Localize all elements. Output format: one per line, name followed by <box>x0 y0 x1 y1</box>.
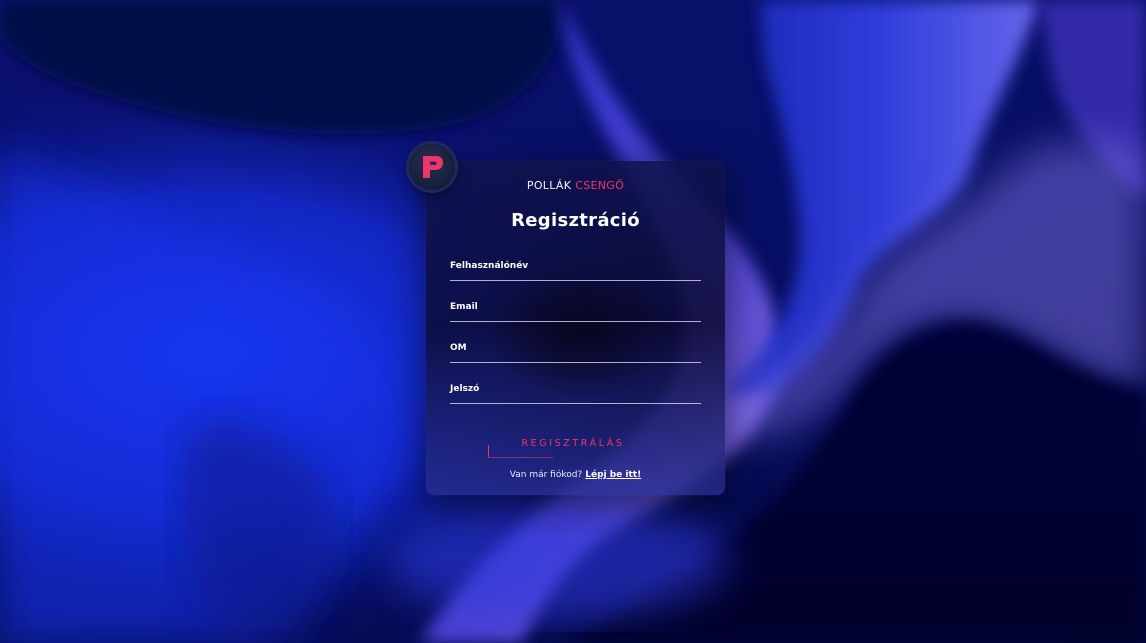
om-field[interactable]: OM <box>450 343 701 363</box>
page-title: Regisztráció <box>511 210 640 231</box>
app-logo <box>409 144 455 190</box>
login-prompt-text: Van már fiókod? <box>509 470 583 480</box>
letter-p-logo-icon <box>423 156 443 178</box>
password-field[interactable]: Jelszó <box>450 384 701 404</box>
username-underline <box>450 280 701 281</box>
password-underline <box>450 403 701 404</box>
email-field[interactable]: Email <box>450 302 701 322</box>
username-field[interactable]: Felhasználónév <box>450 261 701 281</box>
email-label: Email <box>450 302 478 312</box>
login-link[interactable]: Lépj be itt! <box>585 470 641 480</box>
om-underline <box>450 362 701 363</box>
card-shadow-glow <box>486 261 676 401</box>
brand-name-part1: POLLÁK <box>526 179 572 192</box>
login-prompt: Van már fiókod? Lépj be itt! <box>426 470 725 480</box>
registration-card: POLLÁK CSENGŐ Regisztráció Felhasználónév… <box>426 161 725 495</box>
brand-name: POLLÁK CSENGŐ <box>426 179 725 192</box>
om-label: OM <box>450 343 467 353</box>
brand-name-part2: CSENGŐ <box>575 179 625 192</box>
email-underline <box>450 321 701 322</box>
register-button[interactable]: REGISZTRÁLÁS <box>488 437 658 459</box>
register-button-label: REGISZTRÁLÁS <box>521 438 625 449</box>
password-label: Jelszó <box>450 384 480 394</box>
username-label: Felhasználónév <box>450 261 529 271</box>
